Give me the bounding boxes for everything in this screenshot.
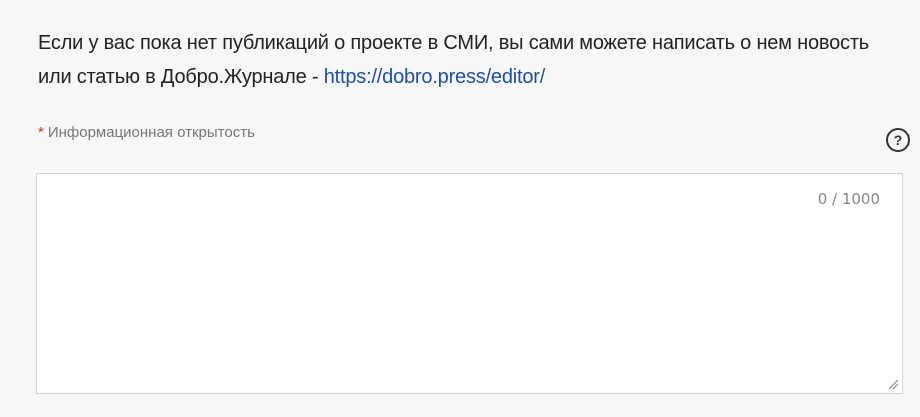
information-openness-textarea[interactable]: 0 / 1000 <box>36 173 903 394</box>
help-icon[interactable]: ? <box>886 128 910 152</box>
info-paragraph: Если у вас пока нет публикаций о проекте… <box>38 26 898 94</box>
editor-link[interactable]: https://dobro.press/editor/ <box>324 66 546 88</box>
field-label: * Информационная открытость <box>38 124 255 141</box>
character-counter: 0 / 1000 <box>817 190 880 208</box>
required-marker: * <box>38 124 44 141</box>
resize-handle-icon[interactable] <box>887 378 899 390</box>
field-header: * Информационная открытость ? <box>38 124 910 154</box>
form-section: Если у вас пока нет публикаций о проекте… <box>38 26 910 154</box>
field-label-text: Информационная открытость <box>47 124 255 141</box>
